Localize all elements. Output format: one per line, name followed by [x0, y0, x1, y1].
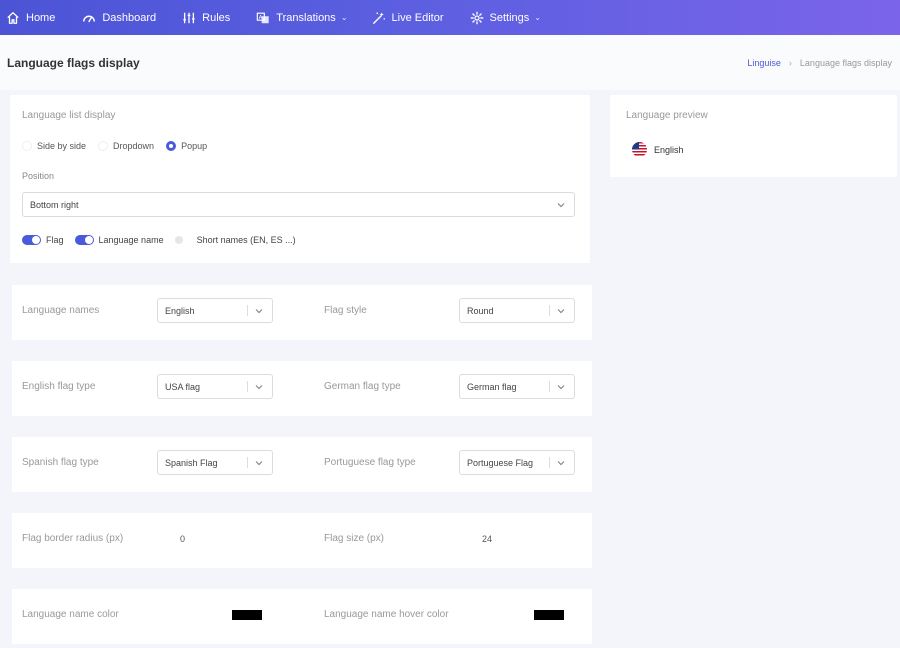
nav-live-editor-label: Live Editor	[391, 11, 444, 24]
flag-style-value: Round	[467, 305, 494, 316]
select-divider	[549, 381, 550, 392]
nav-translations[interactable]: A Translations ⌄	[256, 0, 348, 35]
position-select[interactable]: Bottom right	[22, 192, 575, 217]
settings-row-4: Flag border radius (px) 0 Flag size (px)…	[12, 513, 592, 568]
radio-dot	[22, 141, 32, 151]
language-name-toggle[interactable]	[74, 235, 94, 245]
chevron-down-icon	[557, 202, 565, 207]
nav-home[interactable]: Home	[6, 0, 55, 35]
language-preview-card: Language preview English	[610, 95, 897, 177]
english-flag-type-select[interactable]: USA flag	[157, 374, 273, 399]
preview-language-label: English	[654, 144, 684, 155]
nav-dashboard[interactable]: Dashboard	[82, 0, 156, 35]
page-header: Language flags display Linguise › Langua…	[0, 35, 900, 90]
flag-border-radius-input[interactable]: 0	[180, 534, 185, 544]
select-divider	[549, 457, 550, 468]
chevron-down-icon	[255, 384, 263, 389]
english-flag-type-label: English flag type	[22, 381, 96, 392]
chevron-right-icon: ›	[788, 58, 792, 68]
portuguese-flag-type-select[interactable]: Portuguese Flag	[459, 450, 575, 475]
select-divider	[247, 305, 248, 316]
svg-text:A: A	[259, 14, 263, 20]
position-select-value: Bottom right	[30, 199, 79, 210]
language-name-hover-color-swatch[interactable]	[534, 610, 564, 620]
usa-flag-icon	[632, 142, 647, 157]
radio-label: Dropdown	[113, 141, 155, 151]
breadcrumb-link-linguise[interactable]: Linguise	[747, 58, 781, 68]
chevron-down-icon	[255, 308, 263, 313]
flag-style-label: Flag style	[324, 305, 367, 316]
section-title-list-display: Language list display	[22, 110, 116, 121]
spanish-flag-type-value: Spanish Flag	[165, 457, 218, 468]
display-toggles: Flag Language name Short names (EN, ES .…	[22, 235, 296, 245]
german-flag-type-select[interactable]: German flag	[459, 374, 575, 399]
chevron-down-icon	[557, 384, 565, 389]
radio-popup[interactable]: Popup	[166, 141, 207, 151]
radio-label: Side by side	[37, 141, 87, 151]
spanish-flag-type-select[interactable]: Spanish Flag	[157, 450, 273, 475]
flag-border-radius-label: Flag border radius (px)	[22, 533, 124, 544]
nav-dashboard-label: Dashboard	[102, 11, 157, 24]
chevron-down-icon	[557, 460, 565, 465]
settings-row-3: Spanish flag type Spanish Flag Portugues…	[12, 437, 592, 492]
german-flag-type-label: German flag type	[324, 381, 401, 392]
nav-home-label: Home	[26, 11, 56, 24]
select-divider	[247, 457, 248, 468]
language-names-label: Language names	[22, 305, 100, 316]
breadcrumb-current: Language flags display	[799, 58, 892, 68]
settings-row-2: English flag type USA flag German flag t…	[12, 361, 592, 416]
radio-dot	[98, 141, 109, 151]
translate-icon: A	[257, 12, 269, 23]
sliders-icon	[183, 12, 195, 23]
language-names-value: English	[165, 305, 195, 316]
breadcrumb: Linguise › Language flags display	[747, 58, 892, 68]
position-label: Position	[22, 171, 55, 181]
flag-toggle[interactable]	[22, 235, 41, 245]
home-icon	[7, 11, 19, 24]
chevron-down-icon: ⌄	[534, 13, 541, 22]
display-mode-radio-group: Side by side Dropdown Popup	[22, 141, 219, 151]
portuguese-flag-type-value: Portuguese Flag	[467, 457, 534, 468]
flag-style-select[interactable]: Round	[459, 298, 575, 323]
german-flag-type-value: German flag	[467, 381, 517, 392]
select-divider	[247, 381, 248, 392]
nav-live-editor[interactable]: Live Editor	[372, 0, 444, 35]
english-flag-type-value: USA flag	[165, 381, 201, 392]
nav-rules-label: Rules	[202, 11, 231, 24]
settings-row-1: Language names English Flag style Round	[12, 285, 592, 340]
nav-rules[interactable]: Rules	[182, 0, 230, 35]
language-names-select[interactable]: English	[157, 298, 273, 323]
select-divider	[549, 305, 550, 316]
top-navbar: Home Dashboard Rules A Translations ⌄ Li…	[0, 0, 900, 35]
gauge-icon	[83, 15, 96, 22]
settings-row-5: Language name color Language name hover …	[12, 589, 592, 644]
language-name-toggle-label: Language name	[98, 235, 164, 245]
spanish-flag-type-label: Spanish flag type	[22, 457, 99, 468]
section-title-preview: Language preview	[626, 110, 708, 121]
gear-icon	[470, 11, 483, 24]
flag-size-input[interactable]: 24	[482, 534, 492, 544]
radio-dot-selected	[166, 141, 177, 151]
short-names-toggle-label: Short names (EN, ES ...)	[196, 235, 296, 245]
preview-language-item[interactable]: English	[632, 142, 684, 157]
chevron-down-icon	[255, 460, 263, 465]
radio-side-by-side[interactable]: Side by side	[22, 141, 86, 151]
chevron-down-icon	[557, 308, 565, 313]
flag-toggle-label: Flag	[46, 235, 64, 245]
radio-label: Popup	[181, 141, 208, 151]
language-name-color-swatch[interactable]	[232, 610, 262, 620]
magic-wand-icon	[372, 11, 385, 24]
chevron-down-icon: ⌄	[340, 13, 348, 22]
language-name-hover-color-label: Language name hover color	[324, 609, 449, 620]
nav-settings[interactable]: Settings ⌄	[470, 0, 541, 35]
language-name-color-label: Language name color	[22, 609, 119, 620]
nav-settings-label: Settings	[489, 11, 530, 24]
language-list-display-card: Language list display Side by side Dropd…	[10, 95, 590, 263]
page-title: Language flags display	[7, 56, 140, 70]
short-names-toggle[interactable]	[174, 236, 183, 244]
radio-dropdown[interactable]: Dropdown	[98, 141, 154, 151]
nav-translations-label: Translations	[276, 11, 336, 24]
flag-size-label: Flag size (px)	[324, 533, 385, 544]
portuguese-flag-type-label: Portuguese flag type	[324, 457, 416, 468]
